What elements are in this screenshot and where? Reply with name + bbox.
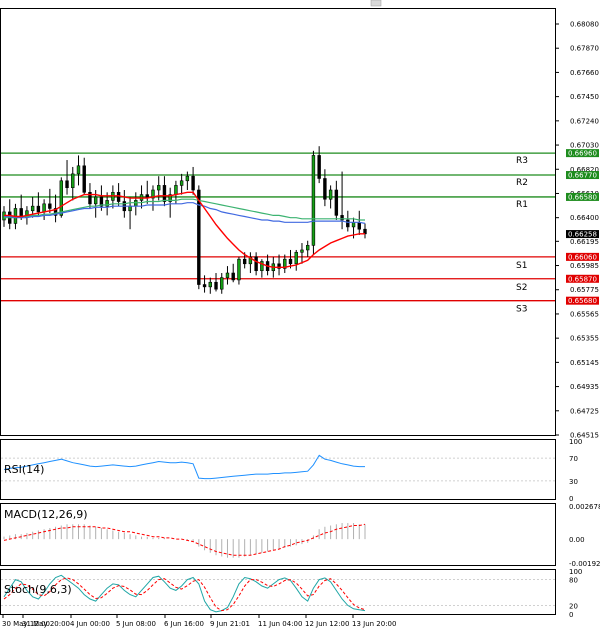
candle-body (179, 180, 184, 186)
candle-body (30, 205, 35, 212)
price-tick-label: 0.65145 (570, 359, 599, 367)
time-tick-label: 4 Jun 00:00 (70, 620, 110, 628)
candle-body (351, 221, 356, 228)
level-value-s3: 0.65680 (568, 297, 597, 305)
time-tick-label: 11 Jun 04:00 (258, 620, 302, 628)
price-tick-label: 0.67870 (570, 45, 599, 53)
macd-tick-label: 0.00 (569, 536, 585, 544)
price-tick-label: 0.64725 (570, 407, 599, 415)
price-tick-label: 0.67030 (570, 142, 599, 150)
candle-body (323, 178, 327, 200)
candle-body (300, 249, 304, 253)
rsi-tick-label: 100 (569, 438, 582, 446)
rsi-tick-label: 0 (569, 495, 573, 503)
last-price-value: 0.66258 (568, 231, 597, 239)
candle-body (128, 205, 132, 212)
candle-body (346, 219, 350, 228)
candle-body (174, 185, 178, 195)
stoch-tick-label: 20 (569, 602, 578, 610)
price-pane (0, 8, 556, 436)
candle-body (65, 180, 69, 189)
candle-body (71, 173, 75, 189)
rsi-title: RSI(14) (4, 463, 44, 476)
candle-body (311, 155, 316, 246)
price-tick-label: 0.65355 (570, 335, 599, 343)
time-tick-label: 5 Jun 08:00 (116, 620, 156, 628)
price-tick-label: 0.66195 (570, 238, 599, 246)
price-tick-label: 0.65775 (570, 286, 599, 294)
candle-body (191, 175, 195, 191)
window-control-icon[interactable] (370, 0, 382, 7)
candle-body (231, 272, 235, 281)
candle-body (334, 189, 339, 216)
candle-body (220, 277, 224, 290)
candle-body (82, 165, 86, 193)
candle-body (237, 258, 241, 281)
level-value-s1: 0.66060 (568, 253, 597, 261)
level-label-s2: S2 (516, 283, 527, 293)
price-tick-label: 0.65985 (570, 262, 599, 270)
price-tick-label: 0.68080 (570, 21, 599, 29)
candle-body (59, 180, 64, 216)
candle-body (162, 185, 167, 202)
candle-body (328, 189, 333, 200)
candle-body (254, 256, 258, 272)
candle-body (185, 175, 190, 182)
stoch-tick-label: 100 (569, 568, 582, 576)
time-tick-label: 6 Jun 16:00 (164, 620, 204, 628)
candle-body (242, 258, 247, 265)
level-value-s2: 0.65870 (568, 275, 597, 283)
rsi-tick-label: 70 (569, 455, 578, 463)
candle-body (202, 284, 207, 288)
candle-body (36, 205, 41, 213)
level-value-r1: 0.66580 (568, 193, 597, 201)
level-value-r2: 0.66770 (568, 172, 597, 180)
level-label-r3: R3 (516, 156, 528, 166)
price-tick-label: 0.65565 (570, 310, 599, 318)
candle-body (48, 203, 52, 209)
level-label-s1: S1 (516, 261, 527, 271)
level-label-s3: S3 (516, 305, 527, 315)
stoch-tick-label: 80 (569, 577, 578, 585)
price-tick-label: 0.64935 (570, 383, 599, 391)
stoch-tick-label: 0 (569, 611, 573, 619)
time-tick-label: 12 Jun 12:00 (305, 620, 349, 628)
level-label-r2: R2 (516, 178, 528, 188)
stoch-title: Stoch(9,6,3) (4, 583, 72, 596)
level-value-r3: 0.66960 (568, 150, 597, 158)
candle-body (305, 245, 310, 251)
price-tick-label: 0.67240 (570, 117, 599, 125)
time-tick-label: 13 Jun 20:00 (352, 620, 396, 628)
stoch-pane (0, 569, 556, 615)
candle-body (357, 221, 361, 230)
candle-body (225, 272, 230, 278)
price-tick-label: 0.66400 (570, 214, 599, 222)
candle-body (76, 165, 81, 175)
candle-body (294, 251, 298, 265)
candle-body (42, 203, 46, 213)
candle-body (116, 192, 121, 202)
macd-tick-label: 0.002678 (569, 503, 600, 511)
level-label-r1: R1 (516, 200, 528, 210)
candle-body (288, 258, 293, 265)
time-tick-label: 31 May 20:00 (22, 620, 70, 628)
candle-body (157, 185, 161, 191)
rsi-pane (0, 439, 556, 500)
last-price-marker: 0.66258 (566, 230, 599, 239)
time-tick-label: 9 Jun 21:01 (210, 620, 250, 628)
candle-body (317, 155, 321, 179)
candle-body (214, 281, 218, 290)
candle-body (93, 196, 98, 205)
price-tick-label: 0.67660 (570, 69, 599, 77)
candle-body (208, 281, 212, 288)
macd-title: MACD(12,26,9) (4, 508, 88, 521)
forex-chart: 0.68080 0.67870 0.67660 0.67450 0.67240 0.670… (0, 0, 600, 628)
time-axis: 30 May 12:0031 May 20:00 4 Jun 00:00 5 Jun… (2, 614, 396, 628)
price-tick-label: 0.67450 (570, 93, 599, 101)
macd-tick-label: -0.001927 (569, 560, 600, 568)
rsi-tick-label: 30 (569, 478, 578, 486)
